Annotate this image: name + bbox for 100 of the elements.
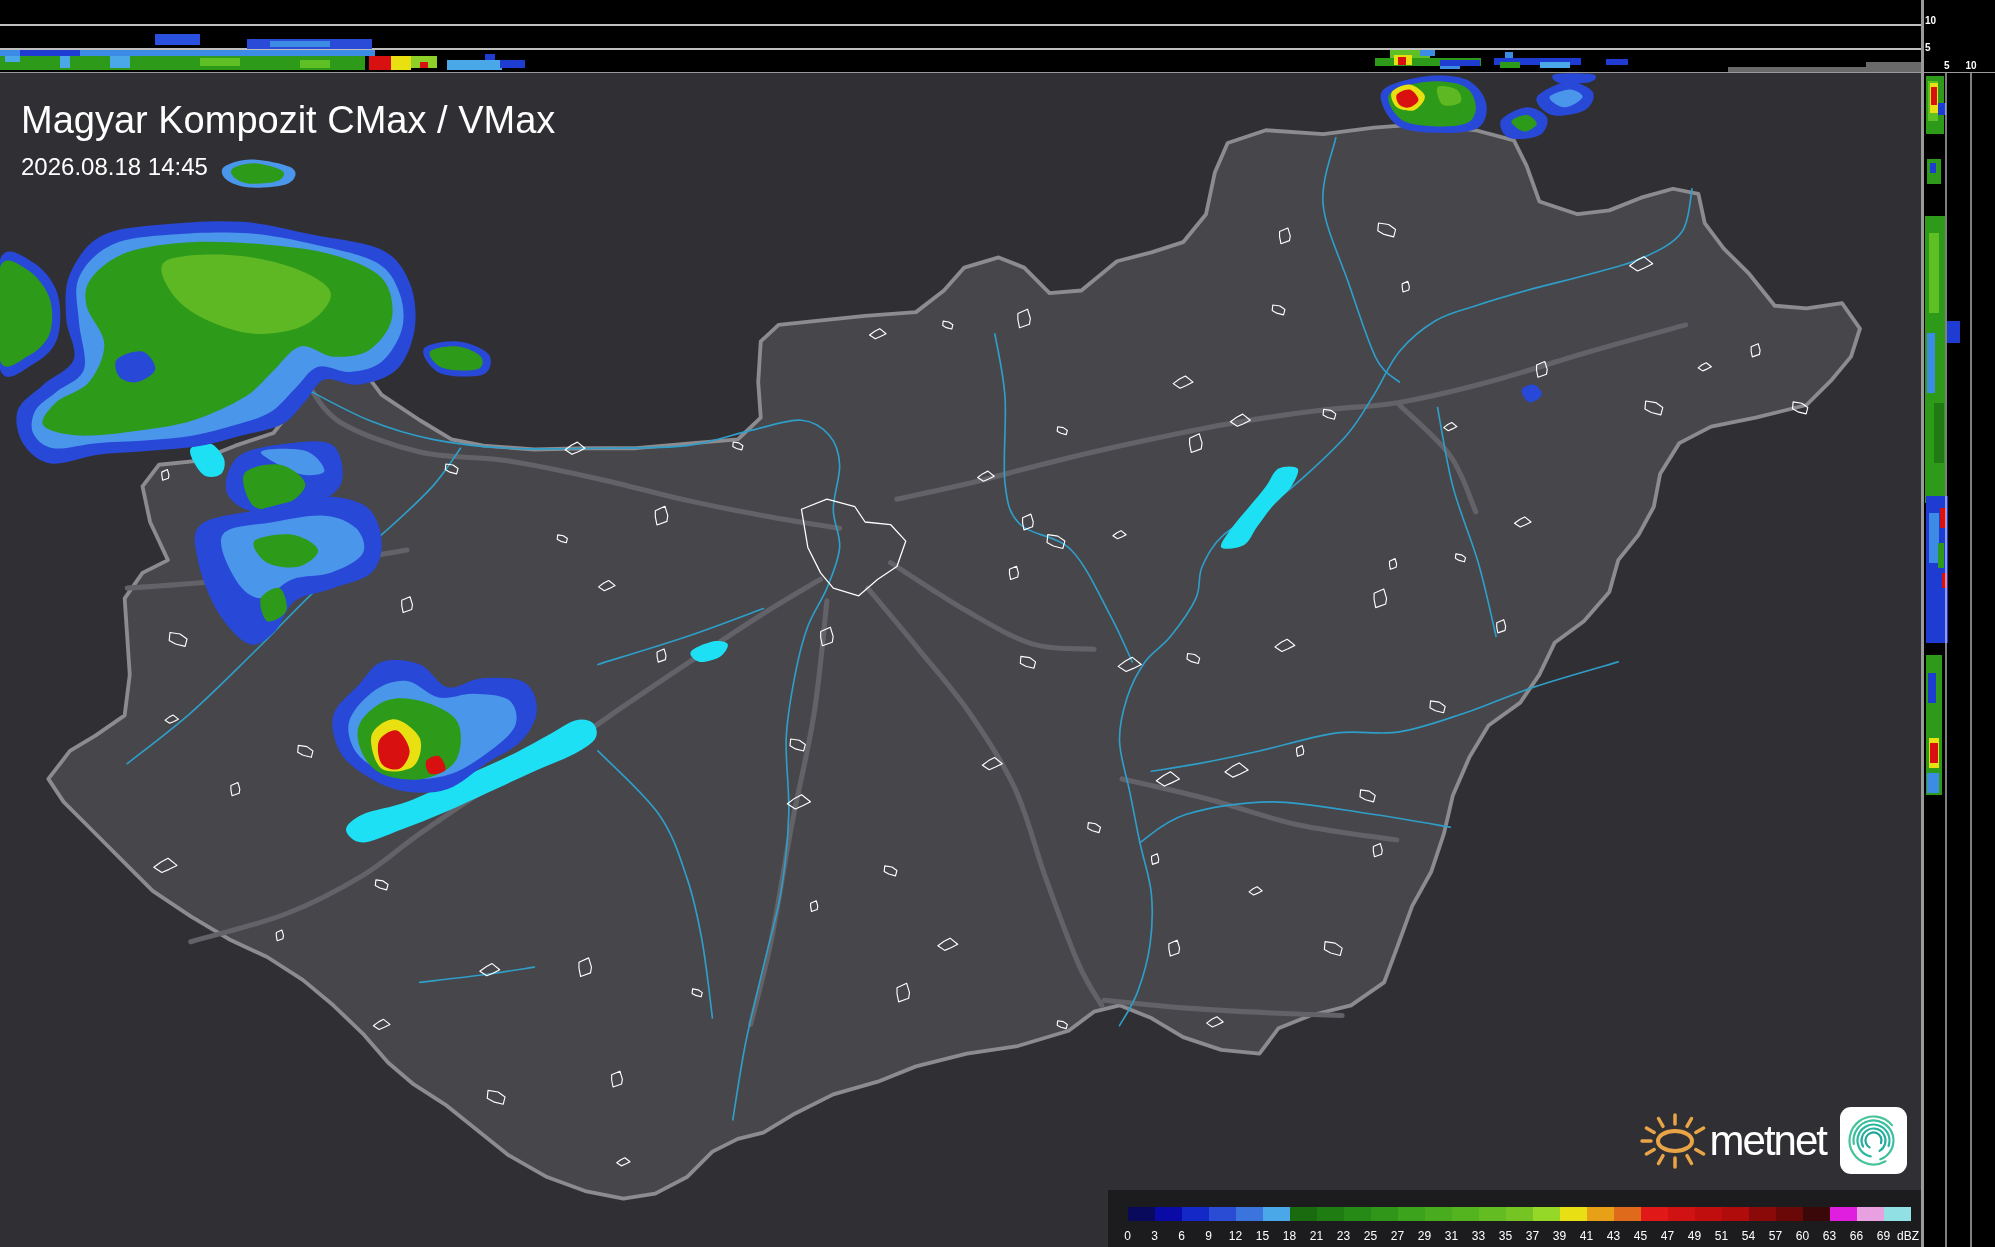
town-outline [1697, 362, 1712, 372]
logo-wordmark: metnet [1709, 1119, 1826, 1162]
scale-label: 63 [1822, 1230, 1837, 1242]
scale-label: 15 [1255, 1230, 1270, 1242]
town-outline [164, 714, 179, 724]
town-outline [372, 1018, 391, 1031]
scale-label: 21 [1309, 1230, 1324, 1242]
town-outline [1155, 771, 1180, 787]
town-outline [1056, 426, 1068, 436]
town-outline [275, 929, 284, 942]
town-outline [1189, 433, 1203, 453]
map-title: Magyar Kompozit CMax / VMax [21, 101, 556, 139]
scale-label: 66 [1849, 1230, 1864, 1242]
town-outline [883, 865, 898, 877]
town-outline [1279, 227, 1291, 245]
town-outline [1296, 745, 1305, 757]
echo-profile-drawing [1927, 159, 1941, 184]
town-outline [1168, 939, 1181, 957]
town-outline [1628, 256, 1654, 272]
town-outline [896, 982, 911, 1003]
axis-label: 10 [1925, 15, 1937, 27]
town-outline [937, 937, 959, 951]
town-outline [1151, 853, 1160, 865]
scale-label: 12 [1228, 1230, 1243, 1242]
scale-label: 57 [1768, 1230, 1783, 1242]
scale-label: 33 [1471, 1230, 1486, 1242]
rain-echo [1500, 107, 1548, 140]
town-outline [1791, 401, 1809, 415]
scale-label: 60 [1795, 1230, 1810, 1242]
town-outline [1186, 652, 1201, 664]
town-outline [1401, 280, 1410, 293]
town-outline [1644, 400, 1664, 416]
town-outline [1322, 408, 1337, 420]
town-outline [1377, 222, 1397, 238]
scale-label: 41 [1579, 1230, 1594, 1242]
town-outline [1022, 513, 1034, 531]
town-outline [1224, 762, 1249, 778]
town-outline [1372, 842, 1383, 858]
scale-label: 43 [1606, 1230, 1621, 1242]
scale-label: 47 [1660, 1230, 1675, 1242]
town-outline [1536, 360, 1548, 378]
town-outline [1443, 421, 1458, 432]
town-outline [981, 757, 1003, 771]
town-outline [1206, 1016, 1224, 1028]
town-outline [810, 900, 819, 913]
echo-profile-drawing [1926, 76, 1946, 134]
lake-shape [690, 641, 728, 663]
town-outline [1112, 530, 1127, 540]
town-outline [1046, 534, 1066, 550]
town-outline [656, 648, 667, 663]
spiral-app-icon [1840, 1107, 1907, 1174]
town-outline [1172, 375, 1194, 389]
scale-label: 37 [1525, 1230, 1540, 1242]
town-outline [1750, 343, 1761, 358]
scale-label: 31 [1444, 1230, 1459, 1242]
town-outline [598, 579, 616, 592]
town-outline [161, 469, 170, 481]
scale-label: 49 [1687, 1230, 1702, 1242]
axis-label: 5 [1944, 60, 1950, 72]
town-outline [1248, 886, 1263, 896]
town-outline [564, 441, 586, 455]
lake-shape [190, 442, 225, 477]
town-outline [977, 470, 995, 482]
rain-echo [1521, 384, 1542, 403]
town-outline [942, 320, 954, 330]
town-outline [786, 794, 812, 810]
scale-label: 3 [1151, 1230, 1158, 1242]
town-outline [1087, 822, 1101, 834]
town-outline [1008, 565, 1019, 581]
town-outline [789, 738, 806, 752]
town-outline [1429, 700, 1446, 714]
axis-label: 5 [1925, 42, 1931, 54]
town-outline [1513, 516, 1532, 528]
town-outline [578, 957, 592, 978]
town-outline [1323, 941, 1343, 957]
town-outline [732, 441, 744, 451]
timestamp: 2026.08.18 14:45 [21, 155, 208, 179]
town-outline [297, 744, 314, 758]
scale-label: 29 [1417, 1230, 1432, 1242]
town-outline [556, 534, 568, 544]
town-outline [820, 626, 834, 647]
town-outline [401, 596, 413, 614]
scale-label: 6 [1178, 1230, 1185, 1242]
scale-label: 39 [1552, 1230, 1567, 1242]
town-outline [1274, 638, 1296, 653]
scale-label: 35 [1498, 1230, 1513, 1242]
scale-label: 45 [1633, 1230, 1648, 1242]
town-outline [230, 781, 241, 797]
scale-label: 0 [1124, 1230, 1131, 1242]
scale-label: 51 [1714, 1230, 1729, 1242]
rain-echo [423, 341, 491, 377]
axis-label: 10 [1965, 60, 1977, 72]
town-outline [691, 988, 703, 998]
scale-label: 18 [1282, 1230, 1297, 1242]
town-outline [1454, 553, 1467, 563]
town-outline [444, 463, 459, 475]
town-outline [1388, 558, 1398, 570]
unit-label: dBZ [1897, 1230, 1919, 1242]
scale-label: 9 [1205, 1230, 1212, 1242]
town-outline [1271, 304, 1286, 316]
